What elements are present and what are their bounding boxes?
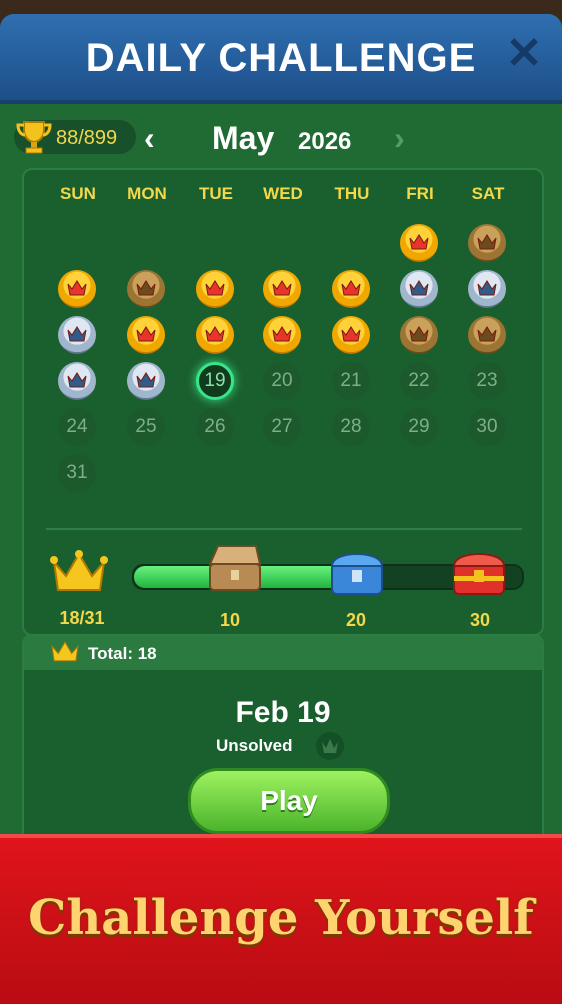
crown-badge-icon — [316, 732, 344, 760]
promo-banner: Challenge Yourself — [0, 834, 562, 1004]
calendar-day-18[interactable] — [127, 362, 165, 400]
red-chest-icon[interactable] — [448, 546, 510, 598]
calendar-day-25[interactable]: 25 — [127, 408, 165, 446]
calendar-day-22[interactable]: 22 — [400, 362, 438, 400]
prev-month-button[interactable]: ‹ — [144, 120, 155, 157]
page-title: DAILY CHALLENGE — [85, 36, 477, 80]
calendar-grid: SUN MON TUE WED THU FRI SAT 19 20 21 22 23 24… — [22, 168, 544, 636]
calendar-day-23[interactable]: 23 — [468, 362, 506, 400]
calendar-day-11[interactable] — [127, 316, 165, 354]
card-header: Total: 18 — [24, 636, 542, 670]
trophy-counter: 88/899 — [14, 120, 136, 154]
crown-icon — [67, 372, 87, 388]
calendar-day-24[interactable]: 24 — [58, 408, 96, 446]
weekday-sun: SUN — [60, 184, 96, 203]
calendar-day-7[interactable] — [332, 270, 370, 308]
milestone-30-label: 30 — [469, 610, 491, 630]
calendar-day-5[interactable] — [196, 270, 234, 308]
crown-icon — [272, 326, 292, 342]
calendar-day-4[interactable] — [127, 270, 165, 308]
calendar-day-26[interactable]: 26 — [196, 408, 234, 446]
calendar-day-19[interactable]: 19 — [196, 362, 234, 400]
crown-icon — [477, 234, 497, 250]
calendar-day-21[interactable]: 21 — [332, 362, 370, 400]
progress-label: 18/31 — [59, 608, 105, 628]
month-label: May — [212, 120, 275, 156]
weekday-tue: TUE — [199, 184, 233, 203]
crown-icon — [67, 326, 87, 342]
selected-day-card: Total: 18 Feb 19 Unsolved Play — [22, 634, 544, 868]
play-button[interactable]: Play — [188, 768, 390, 834]
calendar-day-12[interactable] — [196, 316, 234, 354]
milestone-20-label: 20 — [345, 610, 367, 630]
calendar-day-1[interactable] — [400, 224, 438, 262]
calendar-day-10[interactable] — [58, 316, 96, 354]
status-label: Unsolved — [216, 736, 293, 755]
crown-icon — [477, 280, 497, 296]
calendar-day-29[interactable]: 29 — [400, 408, 438, 446]
crown-icon — [136, 280, 156, 296]
crown-icon — [205, 326, 225, 342]
weekday-fri: FRI — [406, 184, 434, 203]
crown-icon — [409, 280, 429, 296]
trophy-icon — [16, 121, 52, 154]
calendar-day-14[interactable] — [332, 316, 370, 354]
calendar-day-30[interactable]: 30 — [468, 408, 506, 446]
calendar-day-16[interactable] — [468, 316, 506, 354]
banner-text: Challenge Yourself — [28, 890, 534, 946]
header: DAILY CHALLENGE ✕ — [0, 14, 562, 104]
crown-icon — [205, 280, 225, 296]
crown-icon — [136, 372, 156, 388]
calendar-day-31[interactable]: 31 — [58, 454, 96, 492]
calendar-day-15[interactable] — [400, 316, 438, 354]
weekday-wed: WED — [263, 184, 303, 203]
calendar-day-27[interactable]: 27 — [263, 408, 301, 446]
calendar-day-9[interactable] — [468, 270, 506, 308]
calendar-day-28[interactable]: 28 — [332, 408, 370, 446]
crown-icon — [272, 280, 292, 296]
crown-icon — [341, 280, 361, 296]
close-button[interactable]: ✕ — [504, 32, 544, 76]
calendar-day-17[interactable] — [58, 362, 96, 400]
crown-icon — [67, 280, 87, 296]
crown-icon — [477, 326, 497, 342]
weekday-thu: THU — [334, 184, 370, 203]
crown-icon — [136, 326, 156, 342]
calendar-day-3[interactable] — [58, 270, 96, 308]
blue-chest-icon[interactable] — [326, 546, 388, 598]
crown-icon — [341, 326, 361, 342]
weekday-sat: SAT — [471, 184, 505, 203]
weekday-mon: MON — [127, 184, 167, 203]
calendar-day-6[interactable] — [263, 270, 301, 308]
year-label: 2026 — [298, 128, 352, 155]
wood-chest-icon[interactable] — [204, 542, 266, 594]
divider — [46, 528, 522, 530]
selected-date: Feb 19 — [235, 696, 331, 729]
trophy-count: 88/899 — [56, 127, 118, 149]
calendar-day-8[interactable] — [400, 270, 438, 308]
milestone-10-label: 10 — [219, 610, 241, 630]
next-month-button[interactable]: › — [394, 120, 405, 157]
calendar-day-20[interactable]: 20 — [263, 362, 301, 400]
total-count: Total: 18 — [88, 644, 157, 663]
calendar-day-2[interactable] — [468, 224, 506, 262]
crown-icon — [51, 641, 79, 662]
crown-icon — [50, 550, 108, 591]
crown-icon — [409, 234, 429, 250]
crown-icon — [409, 326, 429, 342]
calendar-day-13[interactable] — [263, 316, 301, 354]
